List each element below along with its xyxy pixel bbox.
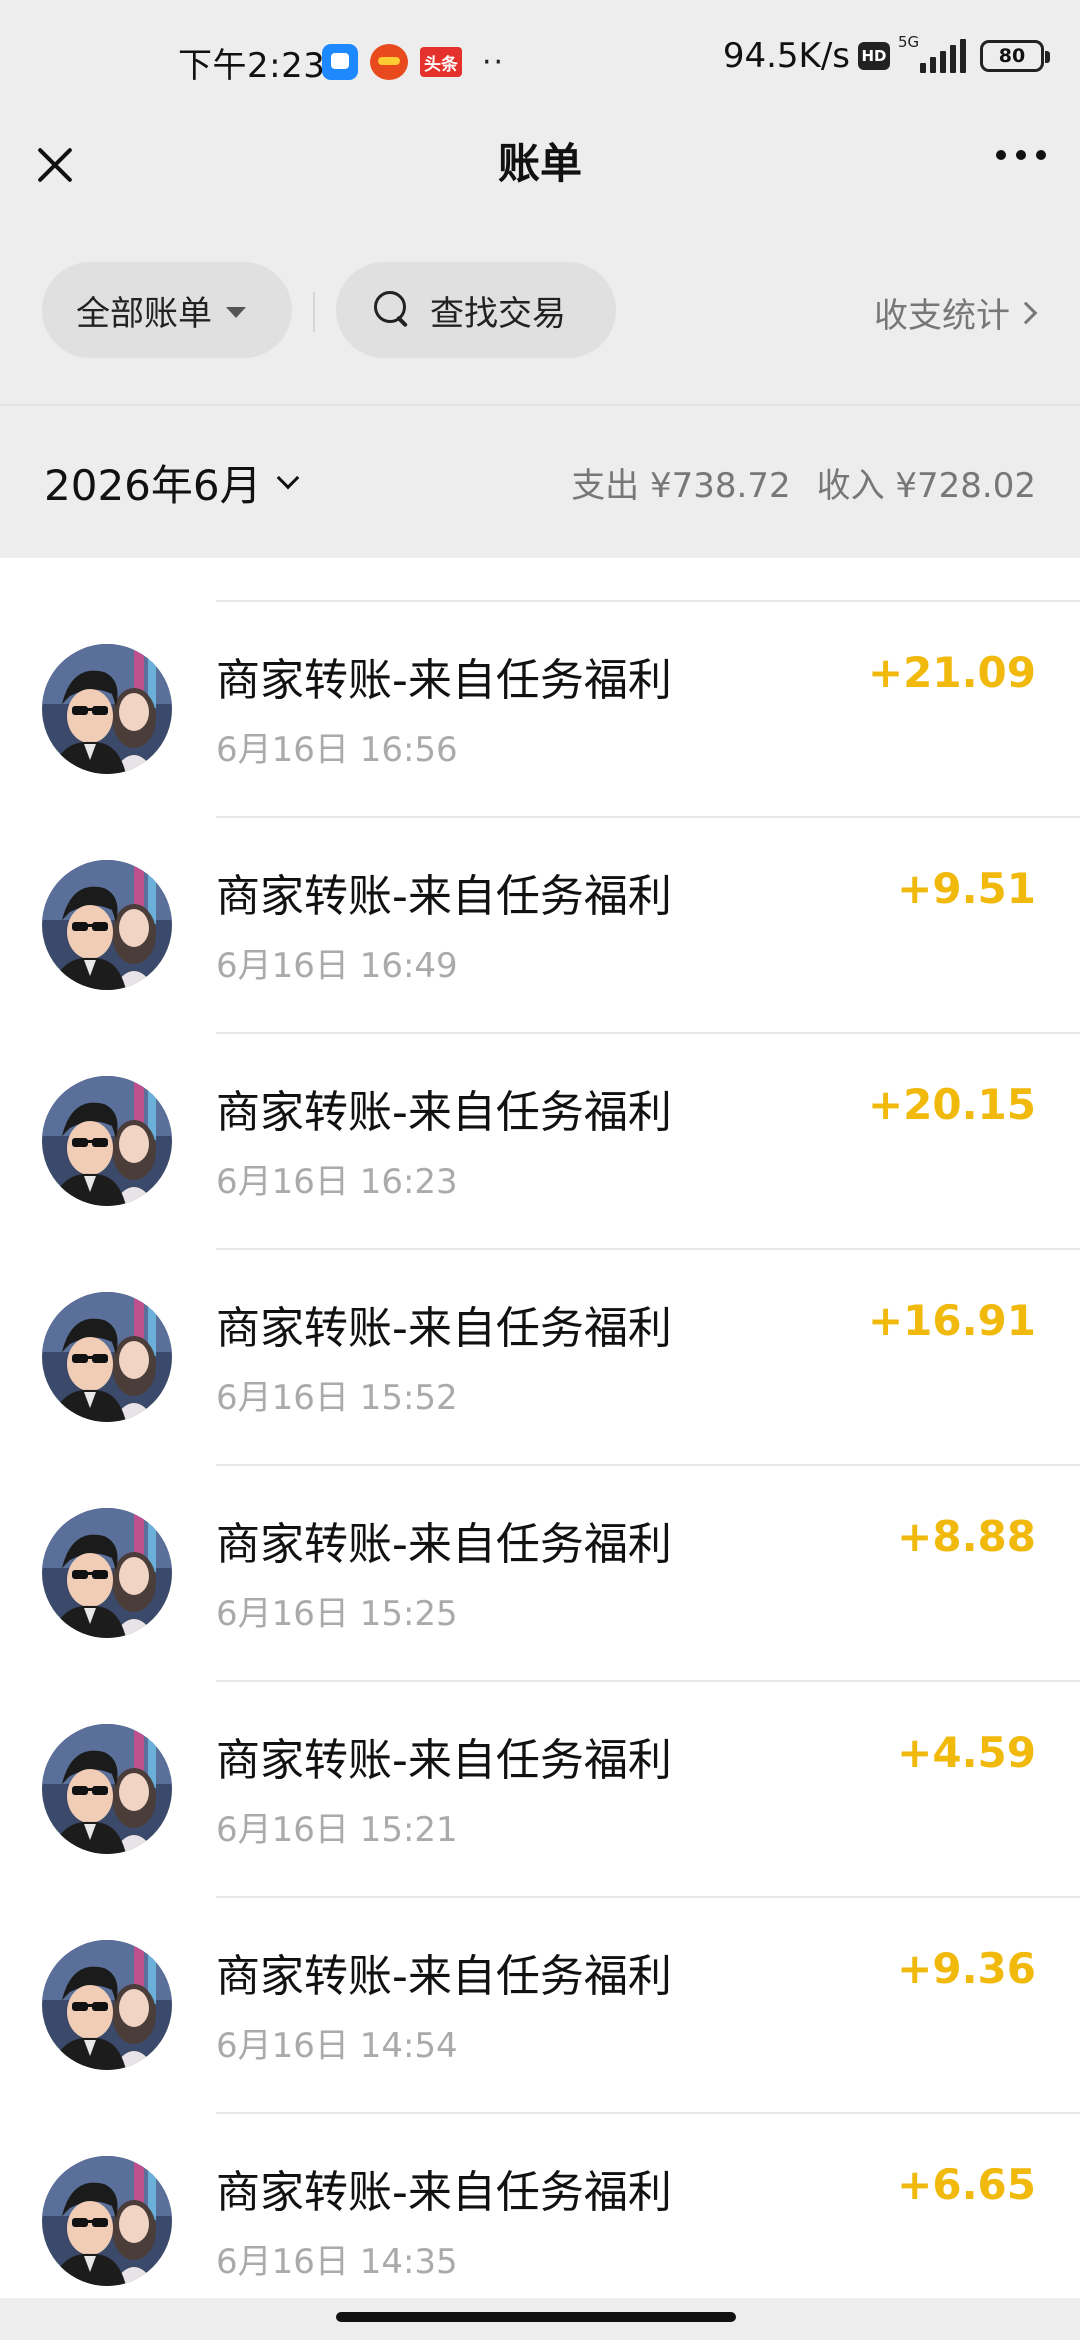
divider	[313, 292, 315, 332]
transaction-amount: +6.65	[897, 2160, 1036, 2209]
transaction-time: 6月16日 14:35	[216, 2242, 458, 2282]
transaction-list: 商家转账-来自任务福利 6月16日 16:56 +21.09 商家转账-来自任务福利…	[0, 558, 1080, 2298]
transaction-title: 商家转账-来自任务福利	[216, 655, 672, 706]
transaction-amount: +21.09	[867, 648, 1036, 697]
transaction-row[interactable]: 商家转账-来自任务福利 6月16日 14:35 +6.65	[0, 2114, 1080, 2298]
transaction-row[interactable]: 商家转账-来自任务福利 6月16日 14:54 +9.36	[0, 1898, 1080, 2114]
transaction-row[interactable]: 商家转账-来自任务福利 6月16日 16:56 +21.09	[0, 602, 1080, 818]
transaction-amount: +9.51	[897, 864, 1036, 913]
home-bar	[0, 2298, 1080, 2340]
transaction-title: 商家转账-来自任务福利	[216, 1519, 672, 1570]
all-bills-label: 全部账单	[76, 293, 212, 334]
transaction-time: 6月16日 15:25	[216, 1594, 458, 1634]
search-icon	[374, 291, 412, 329]
transaction-time: 6月16日 15:21	[216, 1810, 458, 1850]
merchant-avatar	[42, 1724, 172, 1854]
transaction-amount: +9.36	[897, 1944, 1036, 1993]
chevron-right-icon	[1014, 301, 1038, 324]
merchant-avatar	[42, 860, 172, 990]
status-time: 下午2:23	[178, 46, 326, 86]
merchant-avatar	[42, 2156, 172, 2286]
income-total: 收入 ¥728.02	[816, 466, 1036, 506]
transaction-row[interactable]: 商家转账-来自任务福利 6月16日 16:49 +9.51	[0, 818, 1080, 1034]
transaction-amount: +4.59	[897, 1728, 1036, 1777]
transaction-title: 商家转账-来自任务福利	[216, 871, 672, 922]
page-title: 账单	[497, 139, 582, 188]
month-selector[interactable]: 2026年6月	[44, 452, 299, 513]
month-summary: 支出 ¥738.72 收入 ¥728.02	[571, 458, 1036, 507]
home-indicator[interactable]	[336, 2312, 736, 2322]
network-type-label: 5G	[898, 33, 920, 51]
app-notification-icon	[322, 44, 358, 80]
toutiao-notification-icon: 头条	[420, 47, 462, 77]
nav-bar: 账单	[0, 120, 1080, 240]
transaction-title: 商家转账-来自任务福利	[216, 1735, 672, 1786]
more-notifications-indicator: ··	[482, 44, 506, 80]
transaction-title: 商家转账-来自任务福利	[216, 2167, 672, 2218]
merchant-avatar	[42, 1508, 172, 1638]
stats-label: 收支统计	[874, 296, 1010, 336]
transaction-title: 商家转账-来自任务福利	[216, 1087, 672, 1138]
transaction-row[interactable]: 商家转账-来自任务福利 6月16日 16:23 +20.15	[0, 1034, 1080, 1250]
network-speed: 94.5K/s	[722, 36, 850, 76]
transaction-time: 6月16日 14:54	[216, 2026, 458, 2066]
search-transactions-button[interactable]: 查找交易	[336, 262, 616, 358]
transaction-amount: +8.88	[897, 1512, 1036, 1561]
signal-icon: 5G	[898, 33, 966, 73]
filter-row: 全部账单 查找交易 收支统计	[0, 262, 1080, 360]
transaction-time: 6月16日 16:56	[216, 730, 458, 770]
month-header: 2026年6月 支出 ¥738.72 收入 ¥728.02	[0, 406, 1080, 558]
transaction-title: 商家转账-来自任务福利	[216, 1303, 672, 1354]
merchant-avatar	[42, 1940, 172, 2070]
transaction-amount: +20.15	[867, 1080, 1036, 1129]
caret-down-icon	[226, 306, 246, 318]
transaction-time: 6月16日 16:23	[216, 1162, 458, 1202]
more-options-icon[interactable]	[996, 150, 1046, 160]
merchant-avatar	[42, 1076, 172, 1206]
battery-icon: 80	[980, 40, 1050, 72]
month-label: 2026年6月	[44, 461, 262, 510]
transaction-time: 6月16日 15:52	[216, 1378, 458, 1418]
chevron-down-icon	[276, 466, 299, 489]
status-bar: 下午2:23 头条 ·· 94.5K/s HD 5G 80	[0, 0, 1080, 120]
merchant-avatar	[42, 1292, 172, 1422]
merchant-avatar	[42, 644, 172, 774]
income-expense-stats-link[interactable]: 收支统计	[874, 288, 1038, 337]
transaction-row[interactable]: 商家转账-来自任务福利 6月16日 15:52 +16.91	[0, 1250, 1080, 1466]
notification-icons: 头条 ··	[322, 44, 505, 80]
app-notification-icon	[370, 44, 408, 80]
search-label: 查找交易	[430, 293, 566, 334]
status-indicators: 94.5K/s HD 5G 80	[722, 33, 1050, 76]
hd-icon: HD	[858, 42, 890, 70]
all-bills-dropdown[interactable]: 全部账单	[42, 262, 292, 358]
transaction-row[interactable]: 商家转账-来自任务福利 6月16日 15:21 +4.59	[0, 1682, 1080, 1898]
transaction-time: 6月16日 16:49	[216, 946, 458, 986]
transaction-amount: +16.91	[867, 1296, 1036, 1345]
expense-total: 支出 ¥738.72	[571, 466, 791, 506]
transaction-row[interactable]: 商家转账-来自任务福利 6月16日 15:25 +8.88	[0, 1466, 1080, 1682]
transaction-title: 商家转账-来自任务福利	[216, 1951, 672, 2002]
